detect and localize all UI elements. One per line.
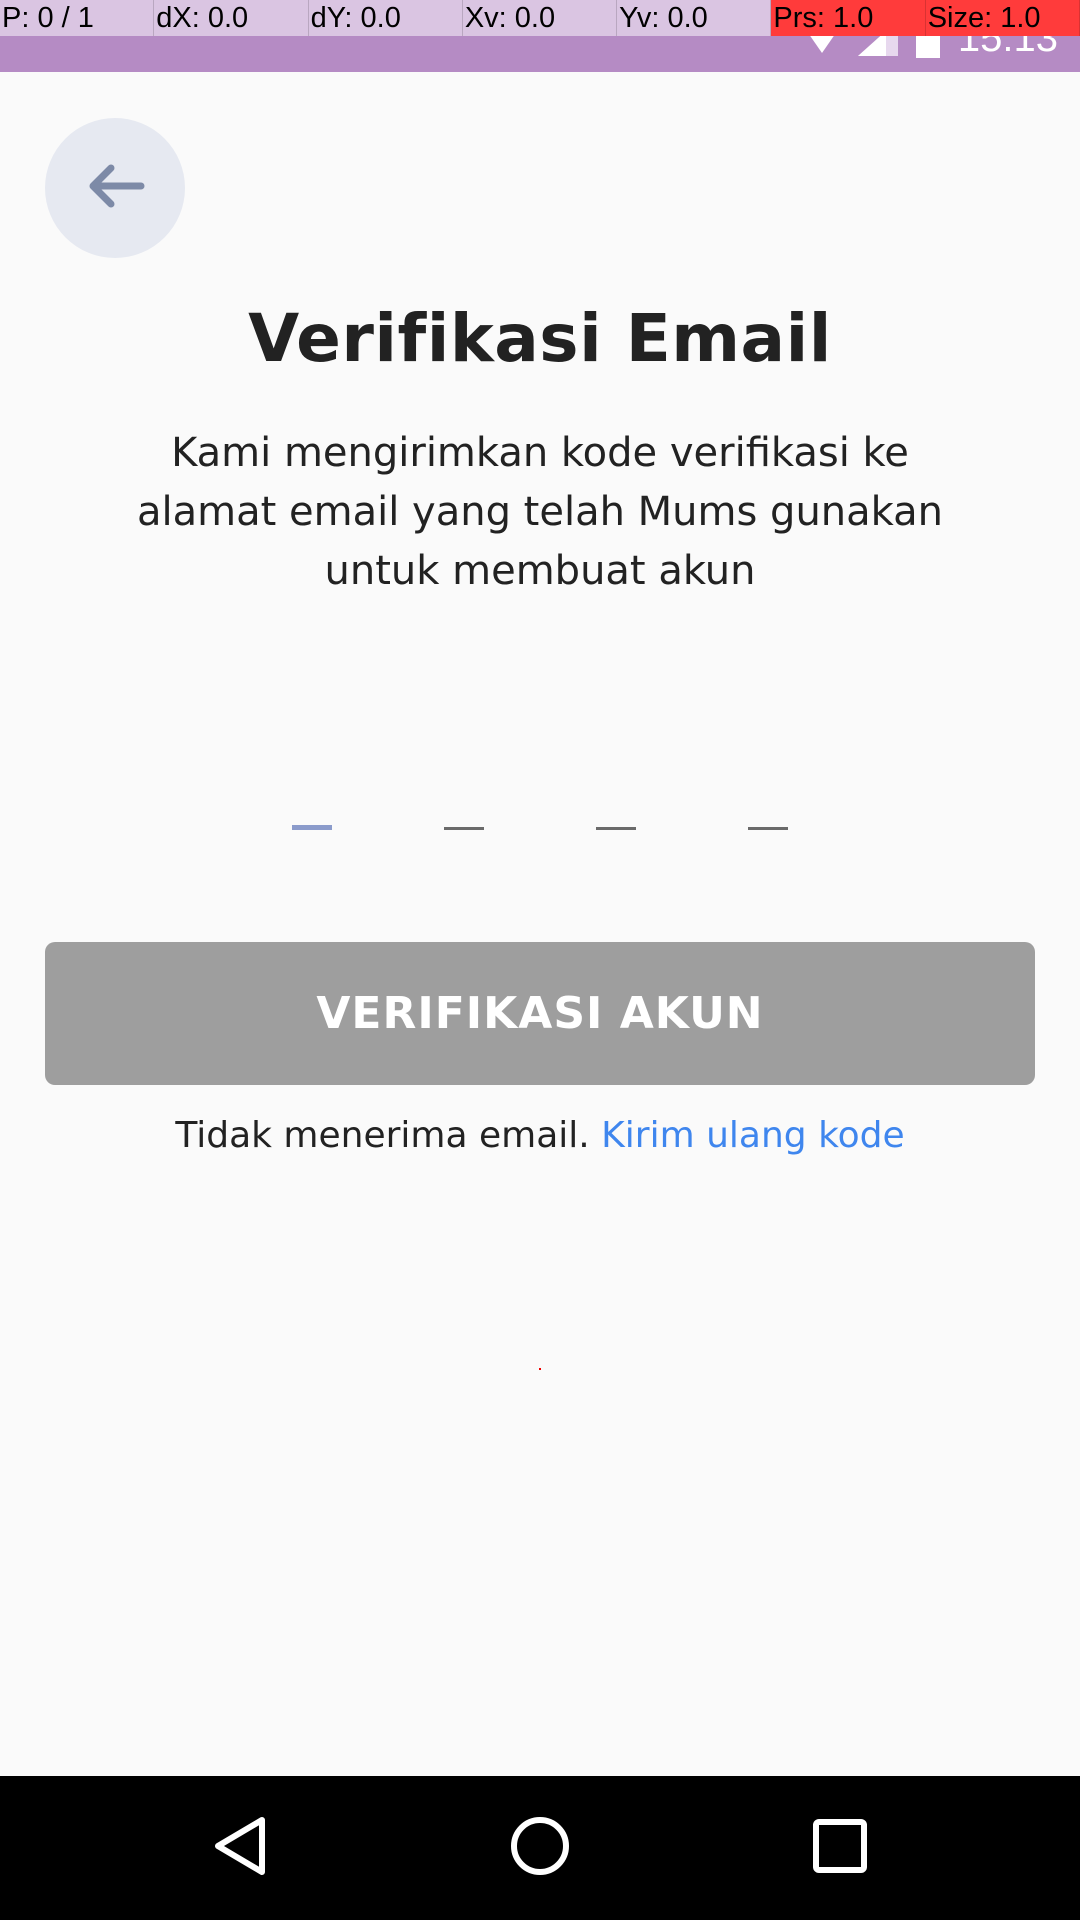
otp-digit-3[interactable]	[576, 790, 656, 830]
page-subtitle: Kami mengirimkan kode verifikasi ke alam…	[137, 430, 943, 594]
back-triangle-icon	[210, 1816, 270, 1880]
otp-underline	[596, 827, 636, 830]
navigation-bar	[0, 1776, 1080, 1920]
resend-code-link[interactable]: Kirim ulang kode	[601, 1115, 905, 1156]
pointer-xv: Xv: 0.0	[462, 0, 618, 36]
otp-underline	[444, 827, 484, 830]
pointer-size: Size: 1.0	[925, 0, 1080, 36]
nav-back-button[interactable]	[200, 1808, 280, 1888]
otp-digit-4[interactable]	[728, 790, 808, 830]
touch-indicator-dot	[539, 1368, 541, 1370]
nav-recents-button[interactable]	[800, 1808, 880, 1888]
screen: P: 0 / 1 dX: 0.0 dY: 0.0 Xv: 0.0 Yv: 0.0…	[0, 0, 1080, 1920]
resend-row: Tidak menerima email. Kirim ulang kode	[0, 1115, 1080, 1156]
otp-digit-1[interactable]	[272, 790, 352, 830]
pointer-dy: dY: 0.0	[308, 0, 463, 36]
otp-digit-2[interactable]	[424, 790, 504, 830]
otp-cursor-underline	[292, 825, 332, 830]
pointer-count: P: 0 / 1	[0, 0, 155, 36]
verify-account-button[interactable]: VERIFIKASI AKUN	[45, 942, 1035, 1085]
nav-home-button[interactable]	[500, 1808, 580, 1888]
pointer-yv: Yv: 0.0	[617, 0, 772, 36]
recents-square-icon	[812, 1818, 868, 1878]
otp-underline	[748, 827, 788, 830]
pointer-dx: dX: 0.0	[154, 0, 309, 36]
otp-input	[272, 790, 808, 830]
arrow-left-icon	[85, 162, 145, 214]
pointer-pressure: Prs: 1.0	[771, 0, 926, 36]
resend-prefix: Tidak menerima email.	[175, 1115, 590, 1156]
home-circle-icon	[510, 1816, 570, 1880]
pointer-location-overlay: P: 0 / 1 dX: 0.0 dY: 0.0 Xv: 0.0 Yv: 0.0…	[0, 0, 1080, 36]
back-button[interactable]	[45, 118, 185, 258]
page-title: Verifikasi Email	[248, 300, 832, 377]
